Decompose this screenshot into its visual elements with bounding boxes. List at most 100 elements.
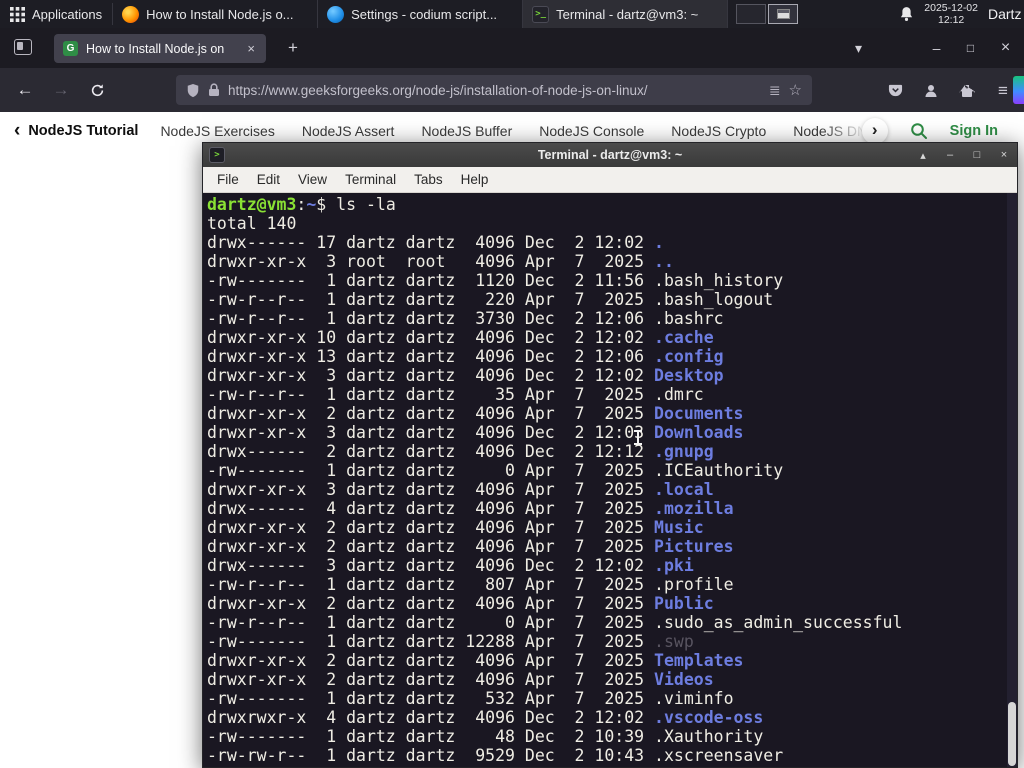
reload-button[interactable] [82, 76, 112, 104]
account-icon[interactable] [916, 77, 946, 104]
terminal-line: drwxr-xr-x 2 dartz dartz 4096 Apr 7 2025… [207, 651, 744, 670]
terminal-line: -rw-r--r-- 1 dartz dartz 0 Apr 7 2025 .s… [207, 613, 903, 632]
site-nav-item[interactable]: NodeJS Exercises [160, 123, 274, 139]
terminal-line: -rw------- 1 dartz dartz 532 Apr 7 2025 … [207, 689, 734, 708]
site-nav-item-active[interactable]: NodeJS Tutorial [28, 123, 138, 139]
workspace-1[interactable] [736, 4, 767, 24]
terminal-window-icon: > [209, 147, 225, 163]
tab-close-icon[interactable]: × [245, 41, 257, 56]
sign-in-button[interactable]: Sign In [950, 123, 998, 139]
terminal-line: drwx------ 2 dartz dartz 4096 Dec 2 12:1… [207, 442, 714, 461]
site-nav-items: NodeJS Exercises NodeJS Assert NodeJS Buff… [160, 123, 937, 139]
window-minimize-button[interactable]: – [923, 35, 950, 61]
terminal-line: drwxr-xr-x 3 dartz dartz 4096 Dec 2 12:0… [207, 423, 744, 442]
terminal-menu-item[interactable]: Edit [248, 169, 289, 190]
terminal-titlebar[interactable]: > Terminal - dartz@vm3: ~ ▴ – □ × [203, 143, 1017, 167]
back-button[interactable]: ← [10, 76, 40, 104]
terminal-line: drwxr-xr-x 2 dartz dartz 4096 Apr 7 2025… [207, 670, 714, 689]
terminal-icon: >_ [532, 5, 550, 23]
terminal-menu-item[interactable]: Help [452, 169, 498, 190]
terminal-prompt-line: dartz@vm3:~$ ls -la [207, 195, 396, 214]
window-close-button[interactable]: × [992, 35, 1019, 61]
window-maximize-button[interactable]: □ [957, 35, 984, 61]
reader-mode-icon[interactable]: ≣ [769, 82, 781, 99]
workspace-switcher[interactable] [728, 0, 806, 28]
taskbar-window-title: How to Install Node.js o... [146, 6, 294, 22]
terminal-line: drwxr-xr-x 2 dartz dartz 4096 Apr 7 2025… [207, 518, 704, 537]
site-favicon: G [63, 41, 78, 56]
reload-icon [91, 83, 103, 96]
terminal-menu-item[interactable]: Terminal [336, 169, 405, 190]
list-all-tabs-icon[interactable]: ▾ [845, 35, 872, 61]
terminal-window: > Terminal - dartz@vm3: ~ ▴ – □ × File Ed… [202, 142, 1018, 768]
firefox-icon [122, 5, 140, 23]
terminal-line: drwxr-xr-x 2 dartz dartz 4096 Apr 7 2025… [207, 594, 714, 613]
extensions-puzzle-icon[interactable] [952, 77, 982, 104]
panel-status-area: 2025-12-02 12:12 Dartz [899, 0, 1024, 28]
codium-icon [327, 5, 345, 23]
terminal-line: -rw------- 1 dartz dartz 1120 Dec 2 11:5… [207, 271, 784, 290]
nav-scroll-left-icon[interactable]: ‹ [14, 120, 20, 142]
close-button[interactable]: × [997, 149, 1011, 161]
typed-command: ls -la [326, 195, 396, 214]
terminal-menu-item[interactable]: Tabs [405, 169, 452, 190]
terminal-line: -rw-r--r-- 1 dartz dartz 220 Apr 7 2025 … [207, 290, 774, 309]
site-nav-item[interactable]: NodeJS Assert [302, 123, 395, 139]
notification-bell-icon[interactable] [899, 6, 914, 22]
terminal-line: -rw------- 1 dartz dartz 0 Apr 7 2025 .I… [207, 461, 784, 480]
pocket-icon[interactable] [880, 77, 910, 104]
terminal-line: -rw------- 1 dartz dartz 48 Dec 2 10:39 … [207, 727, 764, 746]
prompt-user-host: dartz@vm3 [207, 195, 297, 214]
terminal-line: -rw-r--r-- 1 dartz dartz 807 Apr 7 2025 … [207, 575, 734, 594]
terminal-output[interactable]: dartz@vm3:~$ ls -la total 140 drwx------… [203, 193, 1017, 767]
user-menu[interactable]: Dartz [988, 6, 1022, 22]
mouse-text-cursor [634, 430, 642, 445]
applications-menu-button[interactable]: Applications [0, 0, 112, 28]
site-nav-item[interactable]: NodeJS Console [539, 123, 644, 139]
extension-accent-icon[interactable] [1013, 76, 1024, 104]
maximize-button[interactable]: □ [970, 149, 984, 161]
terminal-line: -rw-r--r-- 1 dartz dartz 3730 Dec 2 12:0… [207, 309, 724, 328]
new-tab-button[interactable]: + [280, 35, 306, 61]
terminal-line: drwxr-xr-x 13 dartz dartz 4096 Dec 2 12:… [207, 347, 724, 366]
terminal-line: drwxr-xr-x 2 dartz dartz 4096 Apr 7 2025… [207, 404, 744, 423]
top-panel: Applications How to Install Node.js o...… [0, 0, 1024, 28]
tab-title: How to Install Node.js on [86, 41, 225, 56]
firefox-toolbar: ← → https://www.geeksforgeeks.org/node-j… [0, 68, 1024, 112]
shade-button[interactable]: ▴ [916, 149, 930, 162]
applications-label: Applications [32, 6, 103, 22]
prompt-cwd: ~ [306, 195, 317, 214]
terminal-line: -rw-r--r-- 1 dartz dartz 35 Apr 7 2025 .… [207, 385, 704, 404]
tracking-shield-icon[interactable] [186, 83, 200, 98]
url-text[interactable]: https://www.geeksforgeeks.org/node-js/in… [228, 83, 761, 98]
terminal-menubar: File Edit View Terminal Tabs Help [203, 167, 1017, 193]
search-icon[interactable] [910, 122, 928, 140]
lock-icon[interactable] [208, 83, 220, 97]
terminal-line: drwxrwxr-x 4 dartz dartz 4096 Dec 2 12:0… [207, 708, 764, 727]
terminal-scrollbar-thumb[interactable] [1008, 702, 1016, 766]
taskbar-window-codium[interactable]: Settings - codium script... [318, 0, 524, 28]
nav-scroll-right-icon[interactable]: › [861, 118, 888, 144]
minimize-button[interactable]: – [943, 149, 957, 161]
taskbar-window-terminal[interactable]: >_ Terminal - dartz@vm3: ~ [523, 0, 729, 28]
url-bar[interactable]: https://www.geeksforgeeks.org/node-js/in… [176, 75, 812, 105]
terminal-listing: drwx------ 17 dartz dartz 4096 Dec 2 12:… [207, 233, 1003, 765]
terminal-line: drwx------ 4 dartz dartz 4096 Apr 7 2025… [207, 499, 734, 518]
site-nav-item[interactable]: NodeJS Crypto [671, 123, 766, 139]
workspace-2[interactable] [768, 4, 799, 24]
terminal-line: drwxr-xr-x 10 dartz dartz 4096 Dec 2 12:… [207, 328, 714, 347]
terminal-line: -rw-rw-r-- 1 dartz dartz 9529 Dec 2 10:4… [207, 746, 784, 765]
firefox-view-icon[interactable] [14, 39, 32, 55]
forward-button[interactable]: → [46, 76, 76, 104]
taskbar-window-firefox[interactable]: How to Install Node.js o... [113, 0, 319, 28]
clock[interactable]: 2025-12-02 12:12 [924, 2, 978, 26]
terminal-window-title: Terminal - dartz@vm3: ~ [537, 148, 683, 162]
terminal-scrollbar[interactable] [1007, 193, 1017, 767]
bookmark-star-icon[interactable]: ☆ [789, 81, 802, 99]
terminal-line: drwx------ 3 dartz dartz 4096 Dec 2 12:0… [207, 556, 694, 575]
terminal-menu-item[interactable]: File [208, 169, 248, 190]
taskbar-window-title: Settings - codium script... [351, 6, 498, 22]
browser-tab[interactable]: G How to Install Node.js on × [54, 34, 266, 63]
site-nav-item[interactable]: NodeJS Buffer [421, 123, 512, 139]
terminal-menu-item[interactable]: View [289, 169, 336, 190]
